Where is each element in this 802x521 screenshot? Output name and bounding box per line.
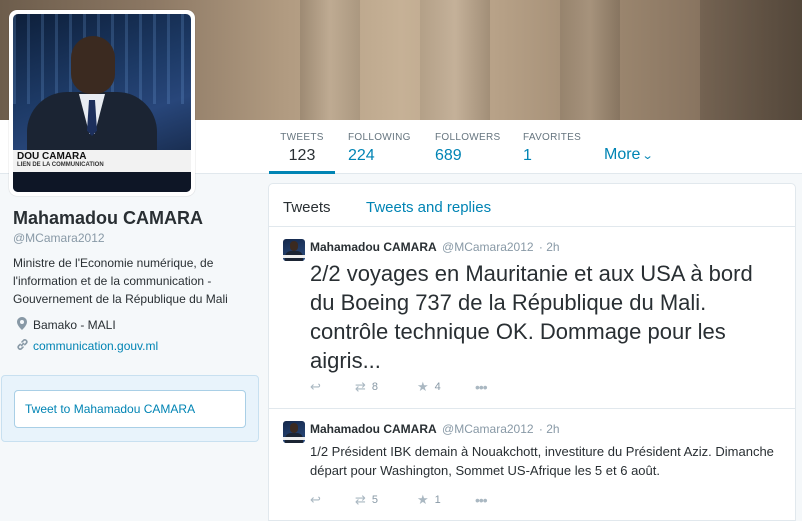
tweet-avatar[interactable] [283, 239, 305, 261]
more-actions-button[interactable]: ••• [475, 379, 488, 395]
favorite-count: 1 [434, 494, 441, 506]
website-link[interactable]: communication.gouv.ml [33, 339, 158, 353]
stat-tweets-label: TWEETS [280, 132, 324, 143]
retweet-button[interactable]: ⇄ 8 [355, 379, 417, 395]
reply-icon: ↩ [310, 492, 321, 507]
tweet-to-module: Tweet to Mahamadou CAMARA [1, 375, 259, 442]
stat-followers-label: FOLLOWERS [435, 132, 501, 143]
profile-location: Bamako - MALI [15, 317, 116, 333]
tweet-author-handle: @MCamara2012 [442, 422, 534, 436]
star-icon: ★ [417, 379, 429, 394]
more-menu-button[interactable]: More ⌄ [604, 146, 655, 164]
stat-following[interactable]: FOLLOWING 224 [348, 120, 411, 174]
timeline: Tweets Tweets and replies Mahamadou CAMA… [268, 183, 796, 521]
retweet-button[interactable]: ⇄ 5 [355, 492, 417, 508]
stat-tweets[interactable]: TWEETS 123 [269, 120, 335, 174]
more-label: More [604, 146, 641, 163]
profile-name[interactable]: Mahamadou CAMARA [13, 208, 203, 229]
tweet-timestamp[interactable]: · 2h [539, 240, 560, 254]
stat-favorites-value: 1 [523, 147, 532, 164]
map-pin-icon [15, 317, 29, 333]
more-actions-button[interactable]: ••• [475, 492, 488, 508]
tweet-author-name[interactable]: Mahamadou CAMARA [310, 422, 437, 436]
timeline-tabs: Tweets Tweets and replies [269, 184, 795, 227]
favorite-button[interactable]: ★ 1 [417, 492, 475, 508]
avatar-image: DOU CAMARA LIEN DE LA COMMUNICATION [13, 14, 191, 192]
stat-followers-value: 689 [435, 147, 462, 164]
tweet-to-input[interactable]: Tweet to Mahamadou CAMARA [14, 390, 246, 428]
tweet-item[interactable]: Mahamadou CAMARA @MCamara2012 · 2h 2/2 v… [269, 227, 795, 409]
stat-tweets-value: 123 [288, 147, 316, 164]
tweet-actions: ↩ ⇄ 5 ★ 1 ••• [310, 492, 488, 508]
retweet-icon: ⇄ [355, 379, 366, 394]
tweet-actions: ↩ ⇄ 8 ★ 4 ••• [310, 379, 488, 395]
retweet-count: 8 [371, 381, 379, 393]
stat-following-value: 224 [348, 147, 375, 164]
profile-avatar[interactable]: DOU CAMARA LIEN DE LA COMMUNICATION [9, 10, 195, 196]
profile-website[interactable]: communication.gouv.ml [15, 338, 158, 354]
tweet-timestamp[interactable]: · 2h [539, 422, 560, 436]
profile-handle: @MCamara2012 [13, 231, 105, 245]
favorite-button[interactable]: ★ 4 [417, 379, 475, 395]
avatar-caption-line1: DOU CAMARA [17, 151, 87, 162]
retweet-count: 5 [371, 494, 379, 506]
tweet-header: Mahamadou CAMARA @MCamara2012 · 2h [310, 240, 560, 254]
profile-bio: Ministre de l'Economie numérique, de l'i… [13, 256, 228, 306]
link-icon [15, 338, 29, 354]
retweet-icon: ⇄ [355, 492, 366, 507]
stat-favorites[interactable]: FAVORITES 1 [523, 120, 581, 174]
reply-button[interactable]: ↩ [310, 492, 355, 508]
stat-followers[interactable]: FOLLOWERS 689 [435, 120, 501, 174]
avatar-caption-line2: LIEN DE LA COMMUNICATION [17, 162, 104, 168]
tweet-author-handle: @MCamara2012 [442, 240, 534, 254]
tweet-item[interactable]: Mahamadou CAMARA @MCamara2012 · 2h 1/2 P… [269, 409, 795, 520]
reply-icon: ↩ [310, 379, 321, 394]
location-text: Bamako - MALI [33, 318, 116, 332]
tab-tweets[interactable]: Tweets [283, 199, 331, 216]
tab-tweets-and-replies[interactable]: Tweets and replies [366, 199, 491, 216]
chevron-down-icon: ⌄ [642, 150, 655, 162]
reply-button[interactable]: ↩ [310, 379, 355, 395]
favorite-count: 4 [434, 381, 441, 393]
stat-following-label: FOLLOWING [348, 132, 411, 143]
tweet-text: 1/2 Président IBK demain à Nouakchott, i… [310, 444, 774, 478]
tweet-header: Mahamadou CAMARA @MCamara2012 · 2h [310, 422, 560, 436]
tweet-author-name[interactable]: Mahamadou CAMARA [310, 240, 437, 254]
ellipsis-icon: ••• [475, 379, 488, 395]
avatar-tv-caption: DOU CAMARA LIEN DE LA COMMUNICATION [13, 150, 191, 172]
tweet-text: 2/2 voyages en Mauritanie et aux USA à b… [310, 261, 753, 373]
star-icon: ★ [417, 492, 429, 507]
stat-favorites-label: FAVORITES [523, 132, 582, 143]
tweet-avatar[interactable] [283, 421, 305, 443]
ellipsis-icon: ••• [475, 492, 488, 508]
